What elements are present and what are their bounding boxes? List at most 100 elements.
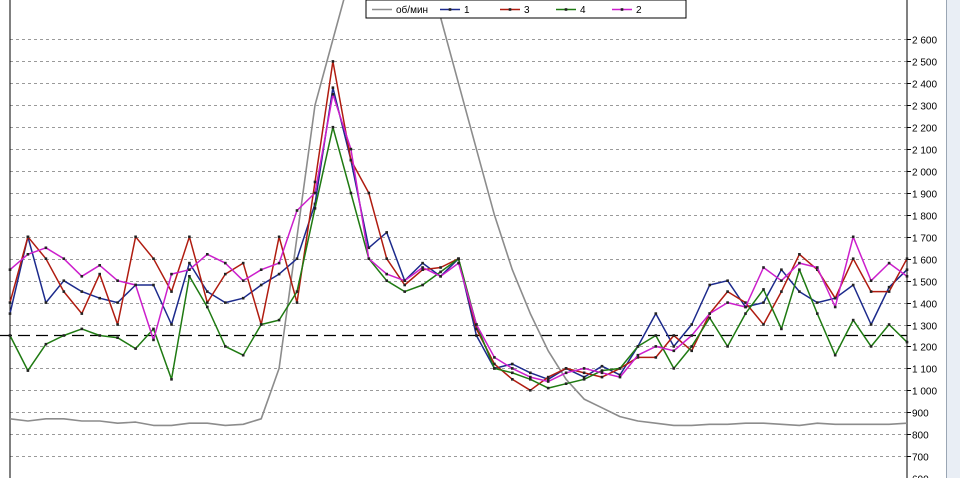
data-point [833, 353, 837, 357]
data-point [403, 290, 406, 293]
data-point [349, 147, 353, 151]
data-point [546, 375, 550, 379]
y-tick-label: 2 400 [912, 80, 937, 91]
data-point [331, 93, 335, 96]
data-point [98, 272, 101, 276]
data-point [457, 257, 460, 260]
y-tick-label: 1 200 [912, 343, 937, 354]
data-point [511, 362, 514, 366]
data-point [188, 268, 191, 271]
data-point [636, 353, 640, 357]
y-tick-label: 600 [912, 475, 929, 478]
data-point [833, 305, 837, 309]
data-point [116, 279, 119, 282]
data-point [188, 275, 191, 278]
data-point [241, 261, 245, 265]
data-point [367, 257, 371, 260]
data-point [475, 334, 478, 337]
data-point [152, 283, 155, 287]
data-point [62, 257, 66, 260]
data-point [134, 283, 137, 287]
data-point [331, 125, 335, 129]
data-point [385, 272, 388, 276]
data-point [869, 323, 873, 326]
data-point [44, 246, 48, 250]
data-point [439, 270, 442, 274]
data-point [295, 290, 299, 293]
data-point [762, 288, 765, 291]
data-point [421, 266, 424, 269]
data-point [224, 272, 227, 276]
legend-marker [620, 8, 624, 11]
data-point [241, 353, 245, 357]
data-point [295, 301, 299, 304]
data-point [26, 235, 30, 239]
data-point [421, 283, 424, 287]
data-point [259, 268, 263, 271]
data-point [457, 261, 460, 265]
data-point [26, 369, 30, 372]
data-point [690, 345, 693, 348]
data-point [439, 275, 442, 278]
data-point [582, 371, 586, 375]
data-point [241, 296, 245, 300]
data-point [385, 279, 388, 282]
y-tick-label: 2 100 [912, 146, 937, 157]
data-point [403, 279, 406, 282]
data-point [170, 290, 173, 293]
data-point [170, 378, 173, 381]
data-point [134, 235, 137, 239]
legend: об/мин 1 3 4 2 [365, 0, 687, 19]
y-tick-label: 1 700 [912, 234, 937, 245]
data-point [762, 301, 765, 304]
data-point [511, 378, 514, 381]
data-point [313, 191, 317, 195]
data-point [277, 235, 281, 239]
data-point [44, 301, 48, 304]
data-point [690, 323, 693, 326]
data-point [600, 371, 604, 375]
data-point [206, 301, 209, 304]
data-point [869, 290, 873, 293]
data-point [475, 323, 478, 326]
data-point [206, 290, 209, 293]
data-point [636, 345, 640, 348]
data-point [887, 290, 891, 293]
data-point [798, 290, 801, 293]
y-tick-label: 2 300 [912, 102, 937, 113]
data-point [546, 380, 550, 383]
y-tick-label: 1 100 [912, 365, 937, 376]
data-point [188, 261, 191, 265]
y-axis: 600 700 800 900 1 000 1 100 1 200 1 300 1 400 1 5… [907, 36, 937, 478]
data-point [277, 318, 281, 322]
data-point [331, 60, 335, 63]
data-point [8, 334, 12, 337]
data-point [708, 283, 711, 287]
data-point [672, 349, 676, 353]
data-point [529, 389, 532, 392]
data-point [672, 345, 676, 348]
y-tick-label: 1 000 [912, 387, 937, 398]
data-point [690, 349, 693, 353]
data-point [780, 290, 783, 293]
data-point [762, 266, 765, 269]
data-point [654, 334, 658, 337]
legend-label: 3 [524, 5, 530, 16]
data-point [869, 345, 873, 348]
data-point [116, 301, 119, 304]
data-point [708, 316, 711, 320]
data-point [44, 342, 48, 346]
data-point [780, 268, 783, 271]
data-point [708, 312, 711, 315]
data-point [80, 327, 84, 331]
data-point [62, 334, 66, 337]
data-point [98, 334, 101, 337]
data-point [816, 266, 819, 269]
data-point [80, 290, 84, 293]
data-point [80, 312, 84, 315]
data-point [116, 323, 119, 326]
data-point [905, 257, 909, 260]
data-point [672, 334, 676, 337]
data-point [259, 323, 263, 326]
data-point [654, 356, 658, 359]
